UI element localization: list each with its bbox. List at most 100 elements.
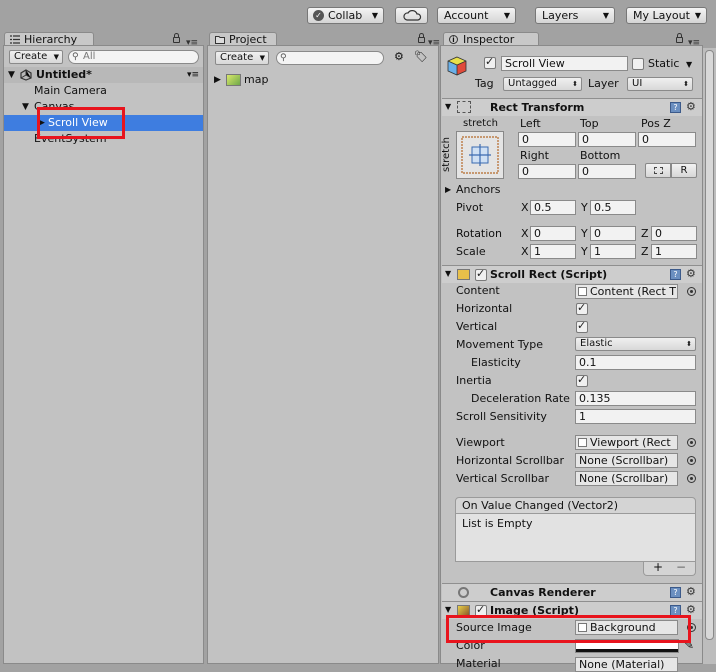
tag-dropdown[interactable]: Untagged ⬍ bbox=[503, 77, 582, 91]
scale-y-input[interactable]: 1 bbox=[590, 244, 636, 259]
left-label: Left bbox=[520, 117, 541, 130]
collapse-arrow-icon[interactable]: ▶ bbox=[445, 185, 451, 194]
pivot-x-input[interactable]: 0.5 bbox=[530, 200, 576, 215]
lock-icon[interactable] bbox=[173, 33, 180, 43]
deceleration-rate-input[interactable]: 0.135 bbox=[575, 391, 696, 406]
layer-dropdown[interactable]: UI ⬍ bbox=[627, 77, 693, 91]
filter-by-type-icon[interactable]: ⚙ bbox=[394, 50, 404, 63]
rotation-z-input[interactable]: 0 bbox=[651, 226, 697, 241]
project-create-dropdown[interactable]: Create ▼ bbox=[215, 51, 269, 65]
gameobject-cube-icon bbox=[446, 55, 468, 77]
bottom-input[interactable]: 0 bbox=[578, 164, 636, 179]
movement-type-label: Movement Type bbox=[456, 338, 544, 351]
material-field[interactable]: None (Material) bbox=[575, 657, 678, 672]
layer-label: Layer bbox=[588, 77, 619, 90]
expand-arrow-icon[interactable]: ▼ bbox=[22, 99, 29, 115]
scale-label: Scale bbox=[456, 245, 486, 258]
top-input[interactable]: 0 bbox=[578, 132, 636, 147]
layout-dropdown[interactable]: My Layout ▼ bbox=[626, 7, 707, 24]
rect-transform-header[interactable]: ▼ Rect Transform ? ⚙ bbox=[442, 98, 702, 116]
content-field[interactable]: Content (Rect T bbox=[575, 284, 678, 299]
layers-dropdown[interactable]: Layers ▼ bbox=[535, 7, 615, 24]
check-circle-icon: ✓ bbox=[313, 10, 324, 21]
posz-input[interactable]: 0 bbox=[638, 132, 696, 147]
anchor-presets-button[interactable] bbox=[456, 131, 504, 179]
gear-icon[interactable]: ⚙ bbox=[686, 267, 696, 280]
add-listener-button[interactable]: + bbox=[653, 560, 663, 574]
deceleration-rate-label: Deceleration Rate bbox=[471, 392, 570, 405]
expand-arrow-icon[interactable]: ▼ bbox=[445, 605, 451, 614]
expand-arrow-icon[interactable]: ▼ bbox=[8, 67, 15, 83]
viewport-field[interactable]: Viewport (Rect bbox=[575, 435, 678, 450]
project-search-input[interactable]: ⚲ bbox=[276, 51, 384, 65]
filter-by-label-icon[interactable]: 🏷 bbox=[414, 50, 428, 63]
hierarchy-item-main-camera[interactable]: Main Camera bbox=[34, 83, 107, 99]
object-name-input[interactable]: Scroll View bbox=[501, 56, 628, 71]
vertical-scrollbar-field[interactable]: None (Scrollbar) bbox=[575, 471, 678, 486]
static-checkbox[interactable] bbox=[632, 58, 644, 70]
right-input[interactable]: 0 bbox=[518, 164, 576, 179]
rotation-x-input[interactable]: 0 bbox=[530, 226, 576, 241]
scale-y-label: Y bbox=[581, 245, 588, 258]
raw-edit-button[interactable]: R bbox=[671, 163, 697, 178]
inertia-checkbox[interactable] bbox=[576, 373, 588, 387]
horizontal-scrollbar-field[interactable]: None (Scrollbar) bbox=[575, 453, 678, 468]
hierarchy-create-dropdown[interactable]: Create ▼ bbox=[9, 50, 63, 64]
scene-menu-icon[interactable]: ▾≡ bbox=[187, 67, 199, 83]
hierarchy-search-input[interactable]: ⚲ All bbox=[68, 50, 199, 64]
collab-button[interactable]: ✓ Collab ▼ bbox=[307, 7, 384, 24]
help-icon[interactable]: ? bbox=[670, 102, 681, 113]
pivot-y-input[interactable]: 0.5 bbox=[590, 200, 636, 215]
object-picker-icon[interactable] bbox=[687, 456, 696, 465]
posz-label: Pos Z bbox=[641, 117, 671, 130]
scroll-sensitivity-input[interactable]: 1 bbox=[575, 409, 696, 424]
collapse-arrow-icon[interactable]: ▶ bbox=[214, 72, 221, 88]
rotation-label: Rotation bbox=[456, 227, 503, 240]
blueprint-mode-button[interactable] bbox=[645, 163, 671, 178]
lock-icon[interactable] bbox=[676, 33, 683, 43]
project-item-map[interactable]: ▶ map bbox=[212, 72, 412, 88]
object-picker-icon[interactable] bbox=[687, 287, 696, 296]
left-input[interactable]: 0 bbox=[518, 132, 576, 147]
scrollbar-thumb[interactable] bbox=[705, 50, 714, 640]
lock-icon[interactable] bbox=[418, 33, 425, 43]
help-icon[interactable]: ? bbox=[670, 269, 681, 280]
scale-x-input[interactable]: 1 bbox=[530, 244, 576, 259]
object-picker-icon[interactable] bbox=[687, 474, 696, 483]
gear-icon[interactable]: ⚙ bbox=[686, 100, 696, 113]
canvas-renderer-header[interactable]: Canvas Renderer ? ⚙ bbox=[442, 583, 702, 601]
object-picker-icon[interactable] bbox=[687, 438, 696, 447]
chevron-down-icon[interactable]: ▼ bbox=[686, 60, 692, 69]
expand-arrow-icon[interactable]: ▼ bbox=[445, 269, 451, 278]
elasticity-input[interactable]: 0.1 bbox=[575, 355, 696, 370]
account-button[interactable]: Account ▼ bbox=[437, 7, 516, 24]
on-value-changed-header: On Value Changed (Vector2) bbox=[455, 497, 696, 514]
cloud-button[interactable] bbox=[395, 7, 428, 24]
rotation-z-label: Z bbox=[641, 227, 649, 240]
chevron-down-icon: ▼ bbox=[53, 53, 59, 61]
horizontal-scrollbar-label: Horizontal Scrollbar bbox=[456, 454, 565, 467]
vertical-checkbox[interactable] bbox=[576, 319, 588, 333]
rotation-y-input[interactable]: 0 bbox=[590, 226, 636, 241]
scroll-rect-header[interactable]: ▼ Scroll Rect (Script) ? ⚙ bbox=[442, 265, 702, 283]
search-icon: ⚲ bbox=[72, 52, 79, 62]
anchor-preset-top-label: stretch bbox=[463, 118, 498, 129]
anchors-label[interactable]: Anchors bbox=[456, 183, 501, 196]
remove-listener-button[interactable]: − bbox=[676, 560, 686, 574]
movement-type-dropdown[interactable]: Elastic ⬍ bbox=[575, 337, 696, 351]
static-label: Static bbox=[648, 57, 680, 70]
gear-icon[interactable]: ⚙ bbox=[686, 585, 696, 598]
expand-arrow-icon[interactable]: ▼ bbox=[445, 102, 451, 111]
on-value-changed-list: List is Empty bbox=[455, 514, 696, 562]
scale-z-input[interactable]: 1 bbox=[651, 244, 697, 259]
right-label: Right bbox=[520, 149, 549, 162]
inspector-scrollbar[interactable] bbox=[702, 48, 716, 664]
tag-label: Tag bbox=[475, 77, 494, 90]
scroll-rect-enabled-checkbox[interactable] bbox=[475, 267, 487, 281]
scene-row[interactable]: ▼ Untitled* ▾≡ bbox=[4, 67, 203, 83]
help-icon[interactable]: ? bbox=[670, 587, 681, 598]
active-checkbox[interactable] bbox=[484, 55, 496, 69]
rect-transform-icon bbox=[578, 287, 587, 296]
highlight-box-source-image bbox=[446, 615, 691, 643]
horizontal-checkbox[interactable] bbox=[576, 301, 588, 315]
